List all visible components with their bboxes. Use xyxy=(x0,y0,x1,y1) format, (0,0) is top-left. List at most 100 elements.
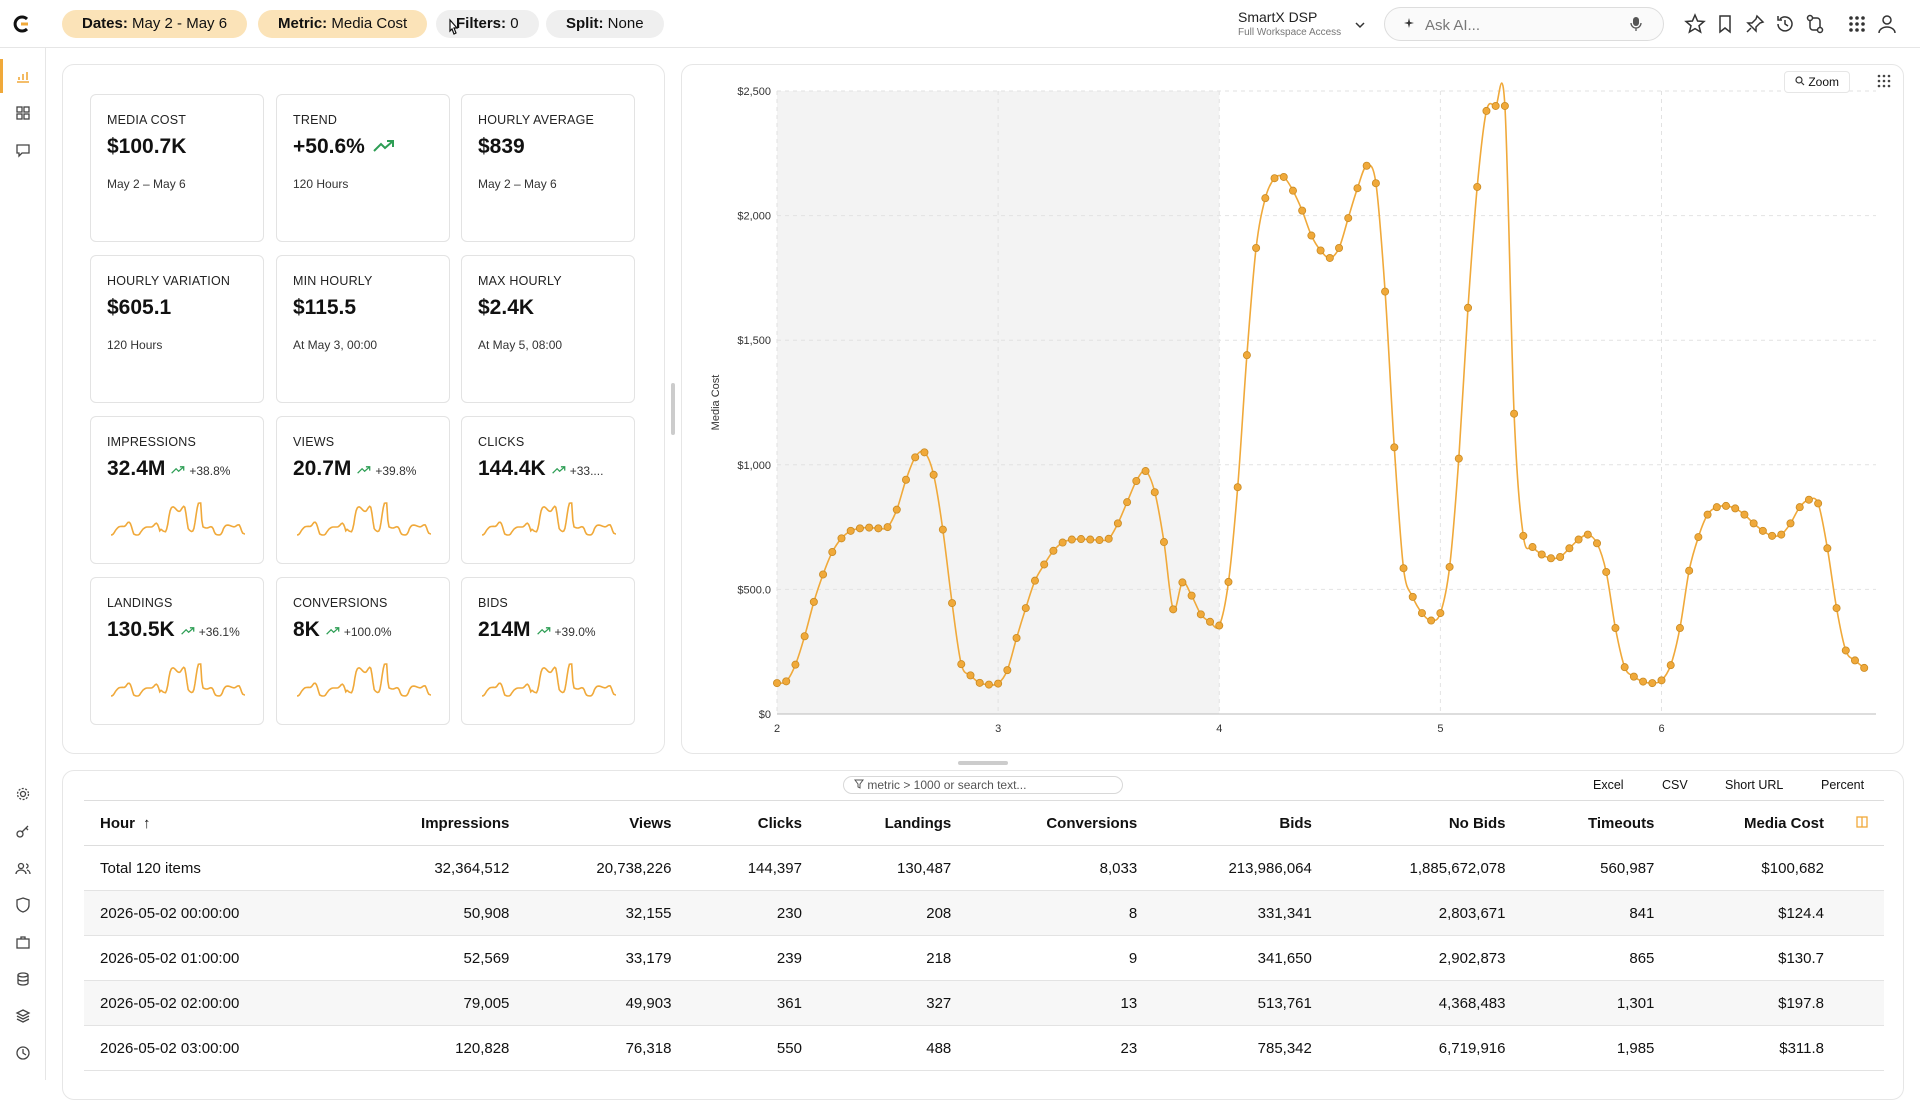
apps-grid-icon[interactable] xyxy=(1846,13,1868,35)
table-cell: 550 xyxy=(687,1025,818,1071)
kpi-card-hourly-variation[interactable]: HOURLY VARIATION $605.1 120 Hours xyxy=(90,255,264,403)
kpi-card-max-hourly[interactable]: MAX HOURLY $2.4K At May 5, 08:00 xyxy=(461,255,635,403)
columns-icon[interactable] xyxy=(1856,815,1868,828)
data-point xyxy=(1169,605,1178,614)
workspace-selector[interactable]: SmartX DSP Full Workspace Access xyxy=(1238,9,1365,38)
data-point xyxy=(1685,566,1694,575)
column-chooser-header[interactable] xyxy=(1840,800,1884,846)
chevron-down-icon xyxy=(1355,22,1365,29)
kpi-subtext: 120 Hours xyxy=(293,177,349,191)
settings-gear-icon[interactable] xyxy=(15,786,31,802)
column-header-no-bids[interactable]: No Bids xyxy=(1327,800,1522,846)
split-pill[interactable]: Split: None xyxy=(546,10,664,38)
data-point xyxy=(1417,609,1426,618)
column-header-conversions[interactable]: Conversions xyxy=(967,800,1154,846)
table-cell: 230 xyxy=(687,890,818,936)
history-icon[interactable] xyxy=(1774,13,1796,35)
database-icon[interactable] xyxy=(15,971,31,987)
sidebar-item-analytics[interactable] xyxy=(15,68,31,84)
kpi-card-impressions[interactable]: IMPRESSIONS 32.4M +38.8% xyxy=(90,416,264,564)
kpi-card-views[interactable]: VIEWS 20.7M +39.8% xyxy=(276,416,450,564)
shield-icon[interactable] xyxy=(15,897,31,913)
kpi-card-media-cost[interactable]: MEDIA COST $100.7K May 2 – May 6 xyxy=(90,94,264,242)
kpi-card-clicks[interactable]: CLICKS 144.4K +33.... xyxy=(461,416,635,564)
panel-resize-handle[interactable] xyxy=(671,383,675,435)
export-excel-button[interactable]: Excel xyxy=(1593,778,1624,792)
data-point xyxy=(957,660,966,669)
briefcase-icon[interactable] xyxy=(15,934,31,950)
table-filter-input[interactable]: metric > 1000 or search text... xyxy=(843,776,1123,794)
data-point xyxy=(920,448,929,457)
kpi-value: $2.4K xyxy=(478,296,535,319)
table-row[interactable]: 2026-05-02 03:00:00 120,828 76,318 550 488 23… xyxy=(84,1025,1884,1071)
users-icon[interactable] xyxy=(15,860,31,876)
kpi-card-conversions[interactable]: CONVERSIONS 8K +100.0% xyxy=(276,577,450,725)
dates-filter-pill[interactable]: Dates: May 2 - May 6 xyxy=(62,10,248,38)
x-tick-label: 6 xyxy=(1658,723,1664,735)
table-total-row[interactable]: Total 120 items 32,364,512 20,738,226 144,3… xyxy=(84,845,1884,891)
user-avatar-icon[interactable] xyxy=(1876,13,1898,35)
kpi-value-row: $100.7K xyxy=(107,135,186,159)
column-header-label: Views xyxy=(629,814,672,832)
table-cell: 331,341 xyxy=(1153,890,1328,936)
pin-icon[interactable] xyxy=(1744,13,1766,35)
ask-ai-input[interactable]: Ask AI... xyxy=(1384,7,1664,41)
column-header-hour[interactable]: Hour ↑ xyxy=(84,800,344,846)
kpi-label: MEDIA COST xyxy=(107,113,187,127)
table-resize-handle[interactable] xyxy=(958,761,1008,765)
data-point xyxy=(1030,576,1039,585)
table-row[interactable]: 2026-05-02 02:00:00 79,005 49,903 361 327 13 5… xyxy=(84,980,1884,1026)
table-cell: 327 xyxy=(817,980,968,1026)
kpi-value: $605.1 xyxy=(107,296,172,319)
chart-menu-grid-icon[interactable] xyxy=(1876,73,1892,89)
kpi-card-landings[interactable]: LANDINGS 130.5K +36.1% xyxy=(90,577,264,725)
sidebar-item-chat[interactable] xyxy=(15,142,31,158)
metric-pill[interactable]: Metric: Media Cost xyxy=(258,10,428,38)
export-csv-button[interactable]: CSV xyxy=(1662,778,1688,792)
table-cell: 52,569 xyxy=(343,935,526,981)
layers-icon[interactable] xyxy=(15,1008,31,1024)
column-header-media-cost[interactable]: Media Cost xyxy=(1670,800,1840,846)
column-header-bids[interactable]: Bids xyxy=(1153,800,1328,846)
data-point xyxy=(1242,351,1251,360)
key-icon[interactable] xyxy=(15,823,31,839)
app-logo-icon[interactable] xyxy=(12,14,32,34)
zoom-icon xyxy=(1795,76,1805,86)
data-point xyxy=(1003,666,1012,675)
kpi-card-hourly-average[interactable]: HOURLY AVERAGE $839 May 2 – May 6 xyxy=(461,94,635,242)
workspace-name: SmartX DSP xyxy=(1238,9,1318,25)
column-header-impressions[interactable]: Impressions xyxy=(343,800,526,846)
data-point xyxy=(1740,510,1749,519)
kpi-card-min-hourly[interactable]: MIN HOURLY $115.5 At May 3, 00:00 xyxy=(276,255,450,403)
kpi-value-row: 20.7M +39.8% xyxy=(293,457,416,481)
sidebar-item-dashboards[interactable] xyxy=(15,105,31,121)
kpi-card-bids[interactable]: BIDS 214M +39.0% xyxy=(461,577,635,725)
mouse-cursor-icon xyxy=(449,18,459,35)
kpi-value-row: 214M +39.0% xyxy=(478,618,596,642)
data-point xyxy=(1611,624,1620,633)
column-header-landings[interactable]: Landings xyxy=(817,800,968,846)
kpi-label: CLICKS xyxy=(478,435,525,449)
clock-icon[interactable] xyxy=(15,1045,31,1061)
column-header-clicks[interactable]: Clicks xyxy=(687,800,818,846)
short-url-button[interactable]: Short URL xyxy=(1725,778,1783,792)
table-row[interactable]: 2026-05-02 00:00:00 50,908 32,155 230 208 8 33… xyxy=(84,890,1884,936)
kpi-value: 144.4K xyxy=(478,457,546,480)
data-point xyxy=(1814,499,1823,508)
trend-up-icon xyxy=(551,466,566,474)
data-point xyxy=(1454,454,1463,463)
microphone-icon[interactable] xyxy=(1629,16,1643,32)
table-row[interactable]: 2026-05-02 01:00:00 52,569 33,179 239 218 9 34… xyxy=(84,935,1884,981)
zoom-button[interactable]: Zoom xyxy=(1784,71,1851,93)
column-header-views[interactable]: Views xyxy=(525,800,688,846)
kpi-card-trend[interactable]: TREND +50.6% 120 Hours xyxy=(276,94,450,242)
compare-icon[interactable] xyxy=(1804,13,1826,35)
bookmark-icon[interactable] xyxy=(1714,13,1736,35)
data-point xyxy=(1104,534,1113,543)
column-header-timeouts[interactable]: Timeouts xyxy=(1521,800,1671,846)
kpi-value: 32.4M xyxy=(107,457,166,480)
table-cell: 560,987 xyxy=(1521,845,1671,891)
percent-toggle-button[interactable]: Percent xyxy=(1821,778,1864,792)
star-icon[interactable] xyxy=(1684,13,1706,35)
sort-ascending-icon[interactable]: ↑ xyxy=(143,815,151,832)
